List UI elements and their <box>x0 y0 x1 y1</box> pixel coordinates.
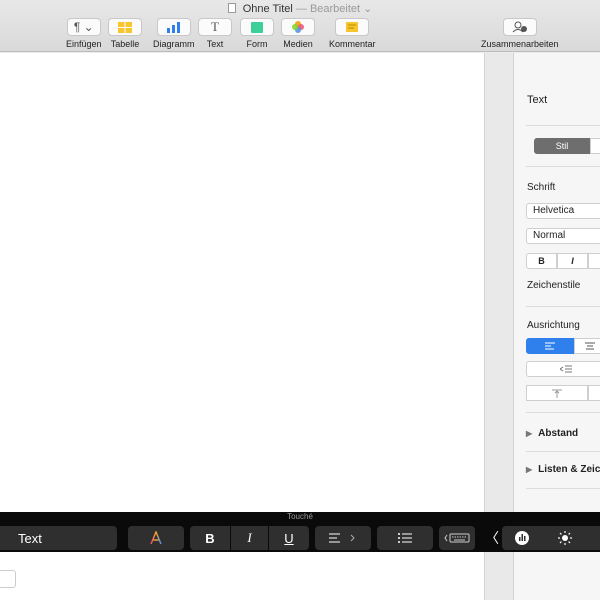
comment-label: Kommentar <box>329 39 376 49</box>
window-title-bar: Ohne Titel — Bearbeitet ⌄ <box>0 2 600 15</box>
window-toolbar: Ohne Titel — Bearbeitet ⌄ ¶ ⌄ Einfügen T… <box>0 0 600 52</box>
font-weight-select[interactable]: Normal <box>526 228 600 244</box>
insert-label: Einfügen <box>66 39 102 49</box>
align-center-button[interactable] <box>574 338 600 354</box>
chevron-down-icon[interactable]: ⌄ <box>363 3 372 15</box>
touchbar-collapse-chevron[interactable]: 〈 <box>482 526 502 550</box>
photos-icon <box>292 21 304 33</box>
media-button[interactable]: Medien <box>281 18 315 49</box>
vertical-align-segment <box>526 385 600 401</box>
text-icon: T <box>198 18 232 36</box>
siri-icon <box>515 531 529 545</box>
document-title: Ohne Titel <box>242 3 293 15</box>
alignment-label: Ausrichtung <box>527 320 580 331</box>
indent-segment <box>526 361 600 377</box>
align-top-button[interactable] <box>526 385 588 401</box>
comment-button[interactable]: Kommentar <box>329 18 376 49</box>
keyboard-icon <box>444 533 470 543</box>
table-icon <box>118 21 132 33</box>
divider <box>526 412 600 413</box>
touchbar-italic-key[interactable]: I <box>231 526 268 550</box>
document-canvas[interactable] <box>0 53 484 512</box>
text-button[interactable]: T Text <box>198 18 232 49</box>
spacing-disclosure[interactable]: ▶ Abstand <box>526 428 578 439</box>
collaborate-button[interactable]: Zusammenarbeiten <box>481 18 559 49</box>
style-segment: Stil <box>534 138 600 154</box>
document-status: — Bearbeitet <box>295 3 361 15</box>
page-thumbnail[interactable] <box>0 570 16 588</box>
align-left-button[interactable] <box>526 338 574 354</box>
collaborate-icon <box>512 21 527 33</box>
brightness-button[interactable] <box>542 531 588 545</box>
style-tab[interactable]: Stil <box>534 138 590 154</box>
touchbar-alignment-key[interactable] <box>315 526 371 550</box>
touchbar-underline-key[interactable]: U <box>269 526 309 550</box>
text-label: Text <box>206 39 224 49</box>
document-icon <box>227 3 236 13</box>
align-top-icon <box>552 389 562 398</box>
shape-icon <box>251 21 263 33</box>
align-left-icon <box>545 342 555 350</box>
media-label: Medien <box>283 39 313 49</box>
font-style-segment: B I <box>526 253 600 269</box>
table-label: Tabelle <box>110 39 140 49</box>
inspector-tab-text[interactable]: Text <box>527 94 547 106</box>
font-color-icon <box>150 531 162 545</box>
brightness-icon <box>558 531 572 545</box>
bold-button[interactable]: B <box>526 253 557 269</box>
layout-tab[interactable] <box>590 138 600 154</box>
touchbar-text-key[interactable]: Text <box>0 526 117 550</box>
insert-button[interactable]: ¶ ⌄ Einfügen <box>66 18 102 49</box>
touchbar-list-key[interactable] <box>377 526 433 550</box>
outdent-icon <box>560 365 572 373</box>
divider <box>526 125 600 126</box>
touchbar-bold-key[interactable]: B <box>190 526 230 550</box>
divider <box>526 451 600 452</box>
bulleted-list-icon <box>398 533 412 543</box>
touchbar-keyboard-key[interactable] <box>439 526 475 550</box>
underline-button[interactable] <box>588 253 600 269</box>
collaborate-label: Zusammenarbeiten <box>481 39 559 49</box>
decrease-indent-button[interactable] <box>526 361 600 377</box>
disclosure-triangle-icon: ▶ <box>526 429 533 438</box>
font-family-select[interactable]: Helvetica <box>526 203 600 219</box>
lists-label: Listen & Zeich <box>538 464 600 475</box>
touchbar-control-strip <box>502 526 600 550</box>
align-center-icon <box>585 342 595 350</box>
shape-button[interactable]: Form <box>240 18 274 49</box>
divider <box>526 166 600 167</box>
align-middle-button[interactable] <box>588 385 600 401</box>
alignment-segment <box>526 338 600 354</box>
align-left-icon <box>329 533 355 543</box>
table-button[interactable]: Tabelle <box>108 18 142 49</box>
disclosure-triangle-icon: ▶ <box>526 465 533 474</box>
character-styles-label: Zeichenstile <box>527 280 581 291</box>
bar-chart-icon <box>166 21 180 33</box>
chart-label: Diagramm <box>153 39 195 49</box>
touch-bar-title: Touché <box>287 512 313 521</box>
shape-label: Form <box>246 39 268 49</box>
lists-disclosure[interactable]: ▶ Listen & Zeich <box>526 464 600 475</box>
document-canvas-lower[interactable] <box>0 552 484 600</box>
divider <box>526 306 600 307</box>
font-section-label: Schrift <box>527 182 556 193</box>
siri-button[interactable] <box>502 531 542 545</box>
chart-button[interactable]: Diagramm <box>153 18 195 49</box>
paragraph-icon: ¶ ⌄ <box>66 18 101 36</box>
spacing-label: Abstand <box>538 428 579 439</box>
comment-icon <box>346 22 359 32</box>
touchbar-font-color-key[interactable] <box>128 526 184 550</box>
italic-button[interactable]: I <box>557 253 588 269</box>
divider <box>526 488 600 489</box>
